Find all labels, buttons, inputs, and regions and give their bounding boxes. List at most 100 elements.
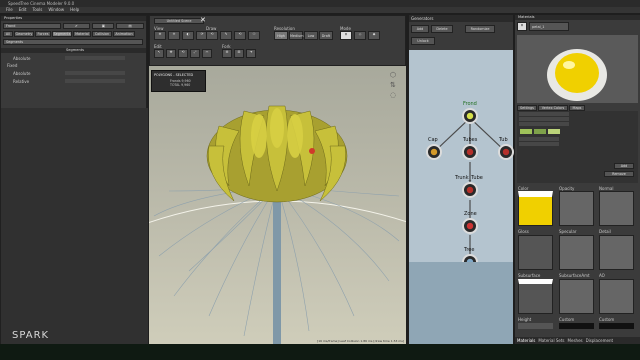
section-dropdown[interactable]: Segments xyxy=(3,39,143,45)
node-tub[interactable] xyxy=(498,144,514,160)
tab-collision[interactable]: Collision xyxy=(92,31,112,37)
map-label-custom-2: Custom xyxy=(599,317,615,322)
node-zone[interactable] xyxy=(462,218,478,234)
scene-tab[interactable]: Untitled Scene xyxy=(154,18,204,24)
material-remove-button[interactable]: Remove xyxy=(604,171,634,177)
settings-row[interactable] xyxy=(519,117,569,121)
edit-button[interactable]: ↖ xyxy=(154,49,164,58)
settings-row[interactable] xyxy=(519,112,569,116)
settings-row[interactable] xyxy=(519,122,569,126)
map-opacity[interactable] xyxy=(559,191,594,226)
resolution-draft[interactable]: Draft xyxy=(319,31,333,40)
draw-button[interactable]: ⟲ xyxy=(234,31,246,40)
mode-button[interactable]: ◇ xyxy=(354,31,366,40)
draw-button[interactable]: ☉ xyxy=(248,31,260,40)
menu-file[interactable]: File xyxy=(6,7,13,13)
edit-button[interactable]: ✂ xyxy=(202,49,212,58)
resolution-buttons: High Medium Low Draft xyxy=(274,31,333,40)
tab-all[interactable]: All xyxy=(3,31,13,37)
map-custom-bar[interactable] xyxy=(559,323,594,329)
fork-button[interactable]: ➜ xyxy=(246,49,256,58)
vertex-color-swatch[interactable] xyxy=(548,129,560,134)
menu-edit[interactable]: Edit xyxy=(19,7,27,13)
fork-button[interactable]: ⚙ xyxy=(222,49,232,58)
view-button[interactable]: ⊖ xyxy=(168,31,180,40)
node-frond[interactable] xyxy=(462,108,478,124)
tab-segments[interactable]: Segments xyxy=(52,31,72,37)
property-slider[interactable] xyxy=(65,79,125,83)
properties-title: Properties xyxy=(1,16,146,21)
materials-title: Materials xyxy=(515,15,640,20)
vertex-color-swatch[interactable] xyxy=(534,129,546,134)
map-ao[interactable] xyxy=(599,279,634,314)
unlock-button[interactable]: Unlock xyxy=(411,37,435,45)
tab-material[interactable]: Material xyxy=(73,31,91,37)
map-label-specular: Specular xyxy=(559,229,577,234)
generator-toggle[interactable]: ✔ xyxy=(62,23,91,29)
tab-materials[interactable]: Materials xyxy=(517,337,535,344)
generator-option-a[interactable]: ▣ xyxy=(92,23,115,29)
map-height-bar[interactable] xyxy=(518,323,553,329)
property-slider[interactable] xyxy=(65,56,125,60)
node-trunk-tube[interactable] xyxy=(462,182,478,198)
material-select-icon[interactable]: ψ xyxy=(517,22,527,31)
map-specular[interactable] xyxy=(559,235,594,270)
draw-button[interactable]: ⟲ xyxy=(206,31,218,40)
generator-name[interactable]: Frond xyxy=(3,23,61,29)
node-cap[interactable] xyxy=(426,144,442,160)
map-label-height: Height xyxy=(518,317,532,322)
generator-graph-ground xyxy=(409,262,513,344)
map-color[interactable] xyxy=(518,191,553,226)
tab-meshes[interactable]: Meshes xyxy=(568,337,583,344)
map-detail[interactable] xyxy=(599,235,634,270)
view-button[interactable]: ⊕ xyxy=(154,31,166,40)
map-label-subsurface: Subsurface xyxy=(518,273,541,278)
node-tubes[interactable] xyxy=(462,144,478,160)
draw-button[interactable]: ✎ xyxy=(220,31,232,40)
tab-animation[interactable]: Animation xyxy=(113,31,135,37)
material-toolbar: ψ petal_1 xyxy=(517,22,569,31)
generator-graph[interactable]: Frond Cap Tubes Tub Trunk_Tube Zone Tree xyxy=(409,50,514,270)
material-name[interactable]: petal_1 xyxy=(529,22,569,31)
property-row-4: Relative xyxy=(3,78,144,84)
node-label-frond: Frond xyxy=(463,101,477,107)
resolution-medium[interactable]: Medium xyxy=(289,31,304,40)
menu-window[interactable]: Window xyxy=(48,7,64,13)
section-header: Segments xyxy=(1,48,146,53)
randomize-button[interactable]: Randomize xyxy=(465,25,495,33)
edit-button[interactable]: ⟲ xyxy=(178,49,188,58)
tab-forces[interactable]: Forces xyxy=(35,31,51,37)
map-normal[interactable] xyxy=(599,191,634,226)
fork-button[interactable]: ⊞ xyxy=(234,49,244,58)
3d-viewport[interactable]: POLYGONS - SELECTED Fronds 9,960 TOTAL 9… xyxy=(149,66,406,344)
map-gloss[interactable] xyxy=(518,235,553,270)
delete-generator-button[interactable]: Delete xyxy=(431,25,453,33)
tab-displacement[interactable]: Displacement xyxy=(586,337,614,344)
resolution-high[interactable]: High xyxy=(274,31,288,40)
settings-row[interactable] xyxy=(519,142,559,146)
material-add-button[interactable]: Add xyxy=(614,163,634,169)
settings-row[interactable] xyxy=(519,137,559,141)
menu-help[interactable]: Help xyxy=(70,7,79,13)
menu-tools[interactable]: Tools xyxy=(32,7,42,13)
generators-title: Generators xyxy=(411,16,434,21)
draw-buttons: ⟲ ✎ ⟲ ☉ xyxy=(206,31,260,40)
property-slider[interactable] xyxy=(65,71,125,75)
edit-button[interactable]: ✥ xyxy=(166,49,176,58)
edit-button[interactable]: ⤢ xyxy=(190,49,200,58)
generator-option-b[interactable]: ▤ xyxy=(116,23,145,29)
tab-geometry[interactable]: Geometry xyxy=(14,31,34,37)
map-subsurface-amt[interactable] xyxy=(559,279,594,314)
mode-button[interactable]: ψ xyxy=(340,31,352,40)
window-title: SpeedTree Cinema Modeler 9.0.0 xyxy=(0,0,640,7)
property-row-1: Absolute xyxy=(3,55,144,61)
close-icon[interactable]: ✕ xyxy=(200,16,206,24)
tab-material-sets[interactable]: Material Sets xyxy=(538,337,564,344)
map-custom-2-bar[interactable] xyxy=(599,323,634,329)
add-generator-button[interactable]: Add xyxy=(411,25,429,33)
map-subsurface[interactable] xyxy=(518,279,553,314)
view-button[interactable]: ◐ xyxy=(182,31,194,40)
mode-button[interactable]: ◆ xyxy=(368,31,380,40)
vertex-color-swatch[interactable] xyxy=(520,129,532,134)
resolution-low[interactable]: Low xyxy=(304,31,318,40)
